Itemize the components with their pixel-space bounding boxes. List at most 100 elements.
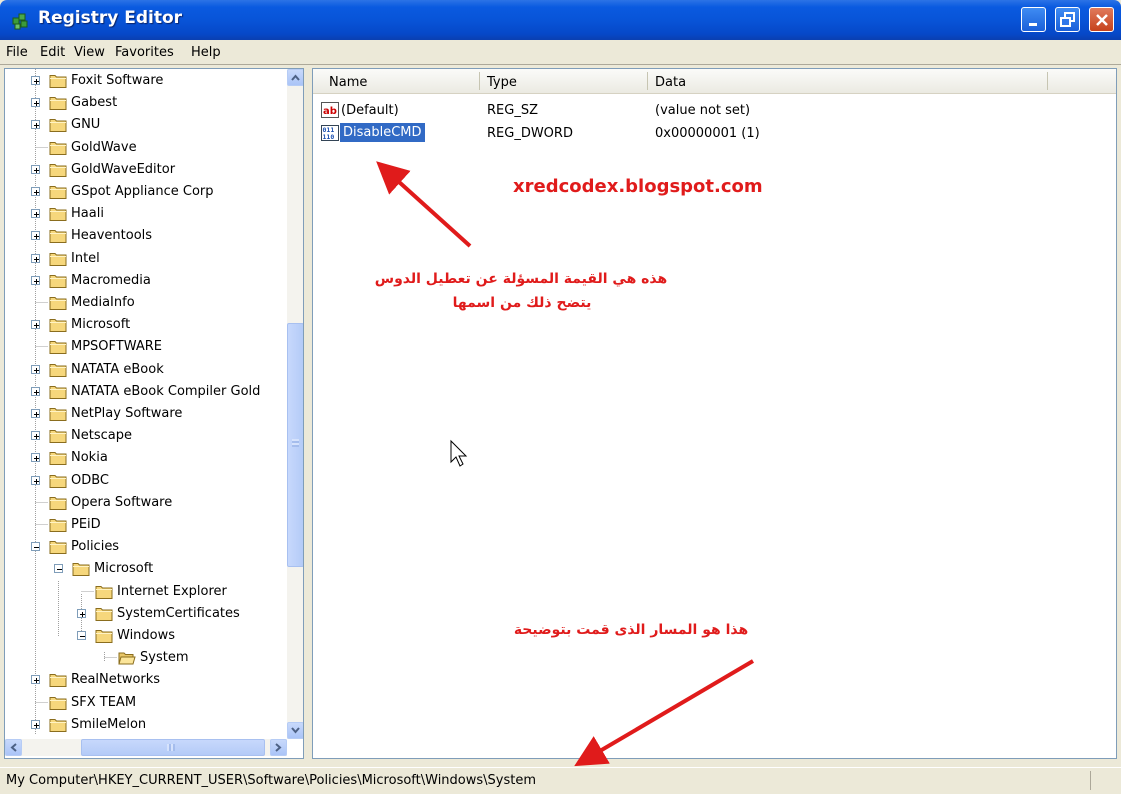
values-list[interactable]: Name Type Data ab (Default) REG_SZ (valu… — [312, 68, 1117, 759]
expand-icon[interactable] — [31, 164, 40, 174]
tree-item[interactable]: GNU — [5, 114, 287, 136]
menu-help[interactable]: Help — [191, 45, 221, 60]
collapse-icon[interactable] — [54, 564, 63, 574]
list-header: Name Type Data — [313, 69, 1116, 94]
tree-item[interactable]: RealNetworks — [5, 669, 287, 691]
scroll-thumb[interactable] — [287, 323, 303, 567]
column-type-header[interactable]: Type — [487, 75, 517, 90]
scroll-down-button[interactable] — [287, 722, 303, 739]
menu-file[interactable]: File — [6, 45, 28, 60]
close-button[interactable] — [1089, 7, 1114, 32]
tree-item[interactable]: Windows — [5, 625, 287, 647]
expand-icon[interactable] — [31, 675, 40, 685]
horizontal-scroll-thumb[interactable] — [81, 739, 265, 756]
scroll-up-button[interactable] — [287, 69, 303, 86]
tree-item[interactable]: Microsoft — [5, 314, 287, 336]
tree-item[interactable]: NetPlay Software — [5, 403, 287, 425]
expand-icon[interactable] — [31, 431, 40, 441]
tree-item[interactable]: MPSOFTWARE — [5, 336, 287, 358]
tree-item-label: SmileMelon — [71, 716, 147, 732]
tree-item[interactable]: SmileMelon — [5, 714, 287, 736]
title-bar[interactable]: Registry Editor — [0, 0, 1121, 40]
tree-item[interactable]: Gabest — [5, 92, 287, 114]
tree-item-label: Haali — [71, 206, 104, 222]
expand-icon[interactable] — [77, 608, 86, 618]
tree-vertical-scrollbar[interactable] — [287, 69, 303, 739]
tree-item[interactable]: GSpot Appliance Corp — [5, 181, 287, 203]
value-note-line1: هذه هي القيمة المسؤلة عن تعطيل الدوس — [374, 271, 668, 287]
expand-icon[interactable] — [31, 187, 40, 196]
tree-item[interactable]: Nokia — [5, 447, 287, 469]
tree-item[interactable]: Policies — [5, 536, 287, 558]
column-divider[interactable] — [479, 72, 480, 90]
menu-view[interactable]: View — [74, 45, 105, 60]
expand-icon[interactable] — [31, 275, 40, 285]
tree-item[interactable]: Macromedia — [5, 270, 287, 292]
folder-icon — [49, 319, 67, 333]
folder-icon — [49, 274, 67, 288]
tree-item[interactable]: Haali — [5, 203, 287, 225]
column-divider[interactable] — [647, 72, 648, 90]
expand-icon[interactable] — [31, 98, 40, 108]
tree-item[interactable]: PEiD — [5, 514, 287, 536]
expand-icon[interactable] — [31, 120, 40, 130]
menu-edit[interactable]: Edit — [40, 45, 65, 60]
restore-button[interactable] — [1055, 7, 1080, 32]
tree-item[interactable]: ODBC — [5, 470, 287, 492]
value-type: REG_SZ — [487, 103, 538, 118]
expand-icon[interactable] — [31, 364, 40, 374]
tree-item-label: GoldWave — [71, 139, 137, 155]
value-row-selected[interactable]: 011 110 DisableCMD REG_DWORD 0x00000001 … — [313, 123, 1116, 145]
tree-item[interactable]: Internet Explorer — [5, 581, 287, 603]
tree-item-label: Internet Explorer — [117, 583, 227, 599]
tree-horizontal-scrollbar[interactable] — [5, 739, 287, 756]
tree-item[interactable]: System — [5, 647, 287, 669]
value-row[interactable]: ab (Default) REG_SZ (value not set) — [313, 100, 1116, 122]
expand-icon[interactable] — [31, 475, 40, 485]
expand-icon[interactable] — [31, 719, 40, 729]
minimize-button[interactable] — [1021, 7, 1046, 32]
tree-branch-line — [35, 701, 48, 703]
tree-item-label: GSpot Appliance Corp — [71, 184, 214, 199]
tree-item[interactable]: Foxit Software — [5, 70, 287, 92]
tree-item[interactable]: Intel — [5, 248, 287, 270]
tree-item[interactable]: NATATA eBook Compiler Gold — [5, 381, 287, 403]
status-divider — [1090, 771, 1091, 790]
tree-branch-line — [35, 346, 48, 348]
tree-item-label: Nokia — [71, 450, 108, 466]
collapse-icon[interactable] — [77, 631, 86, 640]
current-key-path: My Computer\HKEY_CURRENT_USER\Software\P… — [6, 773, 537, 788]
tree-item[interactable]: GoldWave — [5, 137, 287, 159]
tree-item[interactable]: Netscape — [5, 425, 287, 447]
tree-item[interactable]: MediaInfo — [5, 292, 287, 314]
collapse-icon[interactable] — [31, 542, 40, 552]
expand-icon[interactable] — [31, 76, 40, 85]
tree-item[interactable]: SFX TEAM — [5, 692, 287, 714]
tree-item-label: Heaventools — [71, 228, 153, 244]
column-divider[interactable] — [1047, 72, 1048, 90]
tree-item[interactable]: SystemCertificates — [5, 603, 287, 625]
scroll-right-button[interactable] — [270, 739, 287, 756]
expand-icon[interactable] — [31, 253, 40, 263]
expand-icon[interactable] — [31, 386, 40, 396]
tree-item[interactable]: NATATA eBook — [5, 359, 287, 381]
tree-item[interactable]: Microsoft — [5, 558, 287, 580]
menu-favorites[interactable]: Favorites — [115, 45, 174, 60]
tree-item-label: ODBC — [71, 472, 110, 488]
grip-icon — [167, 744, 175, 751]
scroll-left-button[interactable] — [5, 739, 22, 756]
expand-icon[interactable] — [31, 320, 40, 330]
tree-item[interactable]: Heaventools — [5, 225, 287, 247]
column-name-header[interactable]: Name — [329, 75, 367, 90]
tree-item-label: PEiD — [71, 517, 101, 532]
expand-icon[interactable] — [31, 209, 40, 219]
registry-tree[interactable]: Foxit Software Gabest GNU GoldWave GoldWaveE… — [4, 68, 304, 759]
close-icon — [1096, 14, 1108, 26]
tree-item-label: MPSOFTWARE — [71, 339, 163, 355]
column-data-header[interactable]: Data — [655, 75, 686, 90]
expand-icon[interactable] — [31, 453, 40, 463]
expand-icon[interactable] — [31, 231, 40, 241]
expand-icon[interactable] — [31, 409, 40, 418]
tree-item[interactable]: Opera Software — [5, 492, 287, 514]
tree-item[interactable]: GoldWaveEditor — [5, 159, 287, 181]
